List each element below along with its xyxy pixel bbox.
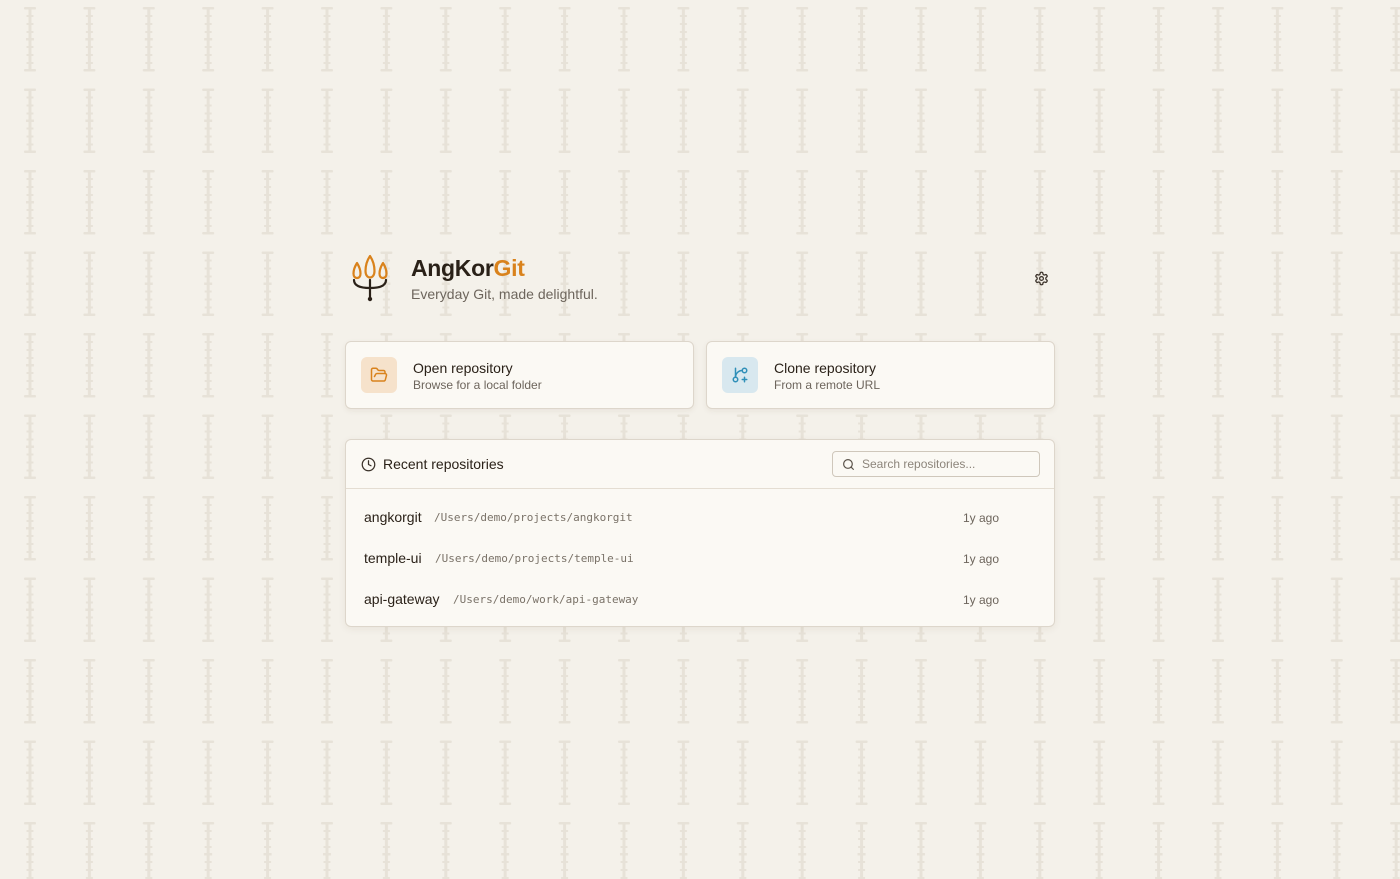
- recent-repositories-panel: Recent repositories angkorgit /Users/dem…: [345, 439, 1055, 627]
- recent-repositories-title: Recent repositories: [383, 456, 504, 472]
- search-icon: [843, 459, 854, 470]
- trident-lotus-icon: [352, 254, 388, 302]
- settings-button[interactable]: [1029, 266, 1053, 290]
- gear-icon: [1034, 271, 1048, 285]
- brand: AngKorGit Everyday Git, made delightful.: [411, 254, 598, 303]
- repository-path: /Users/demo/work/api-gateway: [453, 593, 639, 606]
- app-tagline: Everyday Git, made delightful.: [411, 286, 598, 302]
- search-box: [832, 451, 1040, 477]
- clock-icon: [361, 457, 376, 472]
- app-title-accent: Git: [493, 255, 525, 281]
- open-repository-title: Open repository: [413, 360, 513, 376]
- repository-name: angkorgit: [364, 509, 422, 525]
- folder-open-icon: [370, 367, 388, 382]
- repository-row-api-gateway[interactable]: api-gateway /Users/demo/work/api-gateway…: [346, 579, 1054, 620]
- repository-path: /Users/demo/projects/angkorgit: [434, 511, 633, 524]
- app-header: AngKorGit Everyday Git, made delightful.: [345, 250, 1055, 312]
- clone-repository-icon-badge: [722, 357, 758, 393]
- app-title: AngKorGit: [411, 254, 598, 282]
- repository-name: api-gateway: [364, 591, 440, 607]
- search-repositories-input[interactable]: [862, 455, 1032, 473]
- clone-repository-subtitle: From a remote URL: [774, 378, 881, 392]
- git-branch-plus-icon: [732, 367, 748, 383]
- repository-row-temple-ui[interactable]: temple-ui /Users/demo/projects/temple-ui…: [346, 538, 1054, 579]
- clone-repository-button[interactable]: Clone repository From a remote URL: [706, 341, 1055, 409]
- clone-repository-title: Clone repository: [774, 360, 876, 376]
- welcome-screen: AngKorGit Everyday Git, made delightful.…: [345, 250, 1055, 627]
- repository-last-opened: 1y ago: [962, 552, 999, 566]
- quick-actions: Open repository Browse for a local folde…: [345, 341, 1055, 409]
- repository-path: /Users/demo/projects/temple-ui: [435, 552, 634, 565]
- repository-list: angkorgit /Users/demo/projects/angkorgit…: [346, 489, 1054, 620]
- repository-name: temple-ui: [364, 550, 422, 566]
- open-repository-button[interactable]: Open repository Browse for a local folde…: [345, 341, 694, 409]
- recent-repositories-header: Recent repositories: [346, 440, 1054, 489]
- open-repository-icon-badge: [361, 357, 397, 393]
- open-repository-subtitle: Browse for a local folder: [413, 378, 542, 392]
- repository-last-opened: 1y ago: [962, 593, 999, 607]
- app-title-prefix: AngKor: [411, 255, 494, 281]
- repository-last-opened: 1y ago: [962, 511, 999, 525]
- repository-row-angkorgit[interactable]: angkorgit /Users/demo/projects/angkorgit…: [346, 497, 1054, 538]
